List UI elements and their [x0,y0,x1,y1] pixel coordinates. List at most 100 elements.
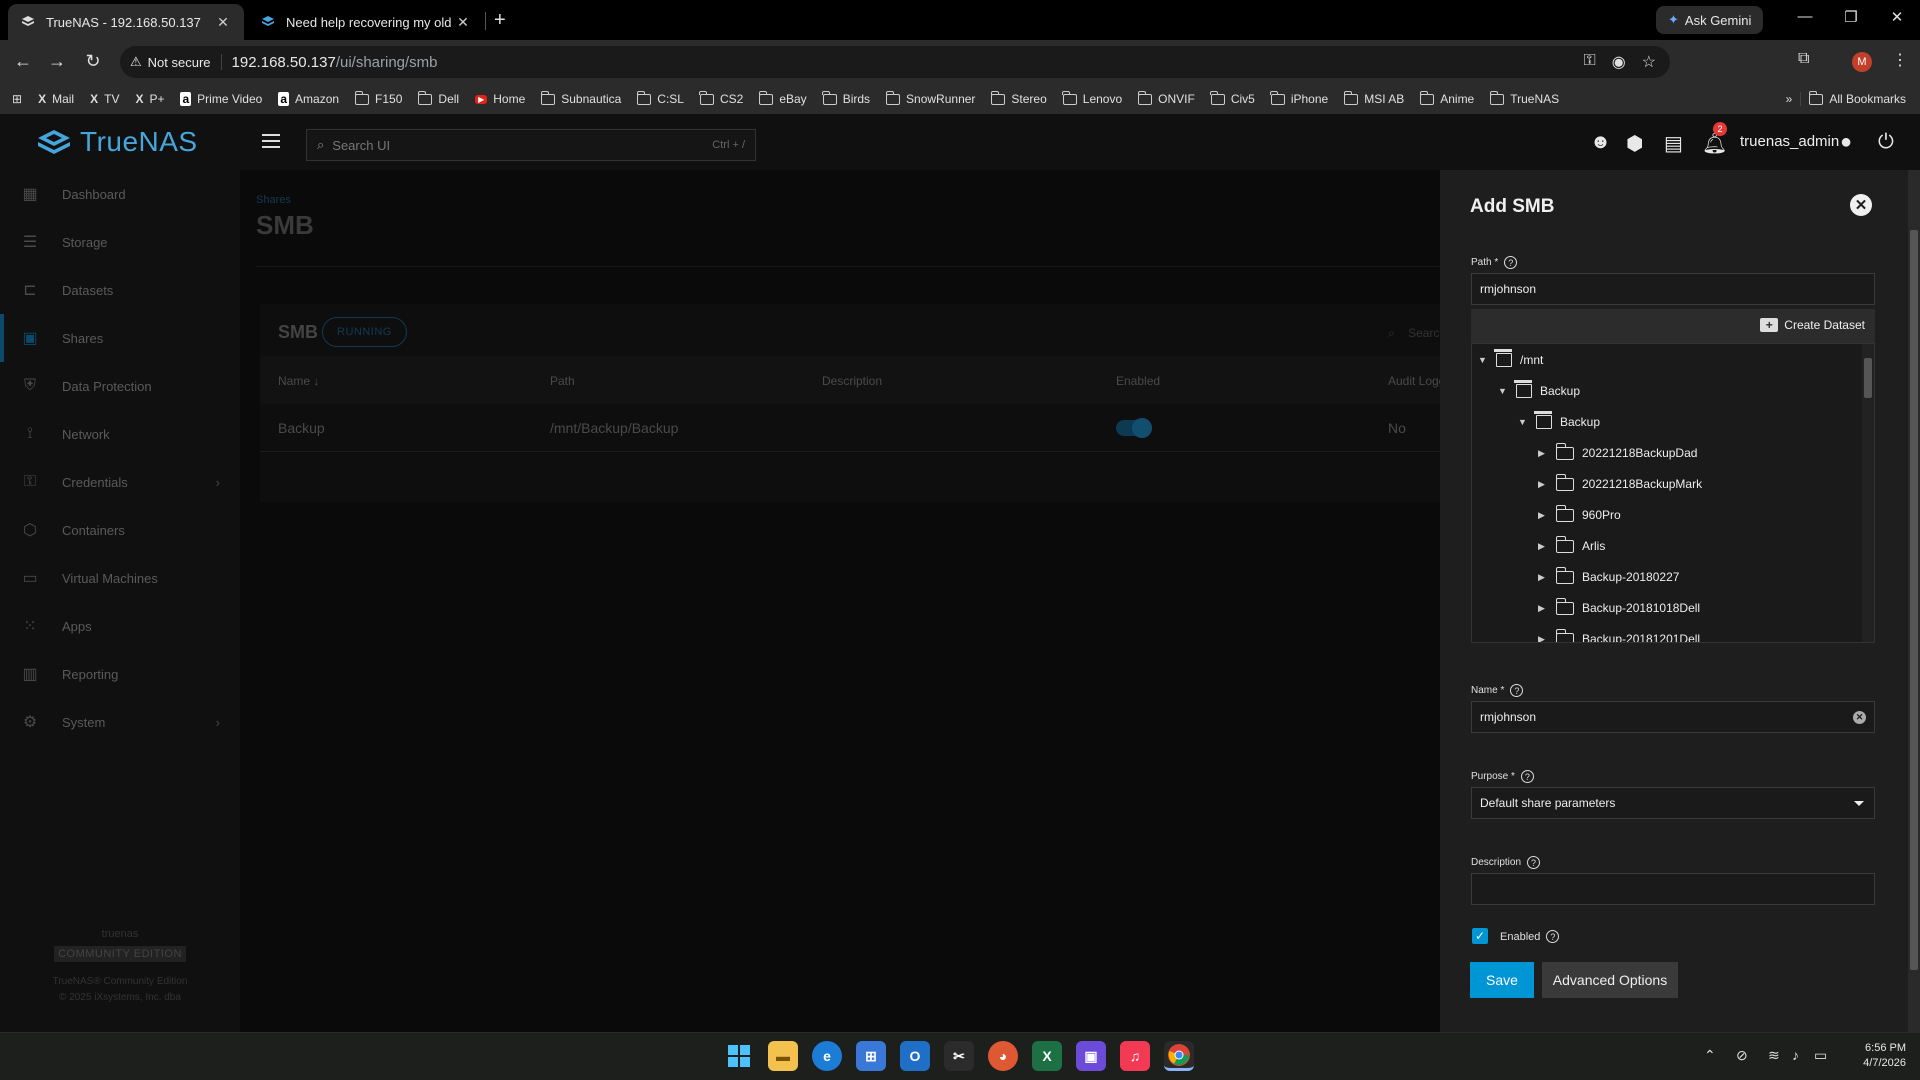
tree-node[interactable]: ▶ Backup-20181018Dell [1538,597,1700,618]
bookmark-f150[interactable]: F150 [347,90,410,106]
bookmark-prime-video[interactable]: a Prime Video [172,92,270,106]
account-circle-icon[interactable]: ● [1840,131,1852,154]
file-explorer-icon[interactable]: ▬ [768,1041,798,1071]
tree-node[interactable]: ▼ Backup [1498,380,1580,401]
help-icon[interactable]: ? [1527,856,1541,869]
system-clock[interactable]: 6:56 PM 4/7/2026 [1826,1041,1906,1071]
tree-node[interactable]: ▶ Backup-20180227 [1538,566,1679,587]
eye-icon[interactable]: ◉ [1612,52,1626,72]
tree-node[interactable]: ▶ Arlis [1538,535,1605,556]
tab-truenas[interactable]: TrueNAS - 192.168.50.137 ✕ [8,4,244,40]
bookmark-star-icon[interactable]: ☆ [1642,52,1656,72]
create-dataset-button[interactable]: + Create Dataset [1760,318,1865,332]
all-bookmarks[interactable]: All Bookmarks [1800,90,1920,106]
tree-node[interactable]: ▼ /mnt [1478,349,1543,370]
bookmark-csl[interactable]: C:SL [629,90,692,106]
bookmark-subnautica[interactable]: Subnautica [533,90,629,106]
reload-icon[interactable]: ↻ [82,51,104,72]
tree-node[interactable]: ▼ Backup [1518,411,1600,432]
bookmark-tv[interactable]: X TV [82,92,127,106]
bookmark-cs2[interactable]: CS2 [692,90,751,106]
bookmark-iphone[interactable]: iPhone [1263,90,1336,106]
apple-music-icon[interactable]: ♫ [1120,1041,1150,1071]
more-bookmarks-icon[interactable]: » [1778,92,1801,106]
search-ui-input[interactable]: ⌕ Search UI Ctrl + / [306,129,756,161]
sidebar-item-system[interactable]: ⚙ System › [0,698,240,746]
snipping-tool-icon[interactable]: ✂ [944,1041,974,1071]
profile-avatar[interactable]: M [1852,52,1872,72]
column-name[interactable]: Name ↓ [278,374,319,388]
bookmark-home[interactable]: ▶ Home [467,92,533,106]
bookmark-ebay[interactable]: eBay [751,90,814,106]
service-status-badge[interactable]: RUNNING [322,317,407,347]
clear-icon[interactable]: ✕ [1853,711,1866,724]
advanced-options-button[interactable]: Advanced Options [1542,962,1678,998]
tab-search-icon[interactable]: ⧉ [1798,50,1809,68]
panel-scrollbar-thumb[interactable] [1910,230,1918,970]
help-icon[interactable]: ? [1510,684,1524,697]
description-input[interactable] [1471,873,1875,905]
name-input[interactable]: rmjohnson ✕ [1471,701,1875,733]
path-input[interactable]: rmjohnson [1471,273,1875,305]
enabled-toggle[interactable] [1116,418,1152,438]
column-description[interactable]: Description [822,374,882,388]
table-row[interactable]: Backup /mnt/Backup/Backup No [260,404,1460,452]
sidebar-item-datasets[interactable]: ⊏ Datasets [0,266,240,314]
apps-grid-icon[interactable]: ⊞ [0,92,30,106]
start-windows-icon[interactable] [724,1041,754,1071]
close-icon[interactable]: ✕ [1850,194,1872,216]
bookmark-amazon[interactable]: a Amazon [270,92,347,106]
column-enabled[interactable]: Enabled [1116,374,1160,388]
bookmark-stereo[interactable]: Stereo [983,90,1054,106]
outlook-icon[interactable]: O [900,1041,930,1071]
enabled-checkbox[interactable]: ✓ [1472,928,1488,944]
password-key-icon[interactable]: ⚿ [1584,52,1596,72]
new-tab-icon[interactable]: + [494,9,506,32]
truenas-logo[interactable]: TrueNAS [36,126,198,158]
tree-node[interactable]: ▶ 960Pro [1538,504,1621,525]
collapse-arrow-icon[interactable]: ▶ [1538,572,1548,583]
show-hidden-icons-icon[interactable]: ⌃ [1704,1047,1716,1064]
help-icon[interactable]: ? [1546,930,1560,943]
help-icon[interactable]: ? [1504,256,1518,269]
tab-close-icon[interactable]: ✕ [214,14,232,31]
username[interactable]: truenas_admin [1740,133,1839,150]
security-indicator[interactable]: ⚠ Not secure [130,54,222,70]
volume-icon[interactable]: ♪ [1792,1047,1799,1063]
expand-arrow-icon[interactable]: ▼ [1478,355,1488,365]
bookmark-snowrunner[interactable]: SnowRunner [878,90,983,106]
bookmark-civ5[interactable]: Civ5 [1203,90,1263,106]
collapse-arrow-icon[interactable]: ▶ [1538,541,1548,552]
feedback-smiley-icon[interactable]: ☻ [1590,131,1611,154]
media-app-icon[interactable]: ▣ [1076,1041,1106,1071]
collapse-arrow-icon[interactable]: ▶ [1538,634,1548,643]
bookmark-truenas[interactable]: TrueNAS [1482,90,1567,106]
help-icon[interactable]: ? [1520,770,1534,783]
purpose-select[interactable]: Default share parameters [1471,787,1875,819]
address-bar[interactable]: ⚠ Not secure 192.168.50.137/ui/sharing/s… [120,46,1670,78]
sidebar-item-containers[interactable]: ⬡ Containers [0,506,240,554]
microsoft-store-icon[interactable]: ⊞ [856,1041,886,1071]
minimize-icon[interactable]: — [1790,8,1820,25]
sidebar-item-storage[interactable]: ☰ Storage [0,218,240,266]
sidebar-item-credentials[interactable]: ⚿ Credentials › [0,458,240,506]
tree-node[interactable]: ▶ Backup-20181201Dell [1538,628,1700,643]
jobs-clipboard-icon[interactable]: ▤ [1664,131,1683,156]
menu-toggle-icon[interactable] [262,134,280,148]
bookmark-anime[interactable]: Anime [1412,90,1482,106]
card-search-input[interactable]: ⌕ Search [1388,326,1446,341]
ask-gemini-button[interactable]: ✦ Ask Gemini [1656,6,1764,34]
forward-arrow-icon[interactable]: → [46,51,68,72]
edge-browser-icon[interactable]: e [812,1041,842,1071]
sidebar-item-dashboard[interactable]: ▦ Dashboard [0,170,240,218]
collapse-arrow-icon[interactable]: ▶ [1538,448,1548,459]
sidebar-item-network[interactable]: ⟟ Network [0,410,240,458]
collapse-arrow-icon[interactable]: ▶ [1538,479,1548,490]
tree-scrollbar-thumb[interactable] [1864,358,1872,398]
bookmark-p-plus[interactable]: X P+ [127,92,172,106]
bookmark-dell[interactable]: Dell [410,90,467,106]
bookmark-msi-ab[interactable]: MSI AB [1336,90,1412,106]
wifi-icon[interactable]: ≋ [1768,1047,1780,1064]
sidebar-item-reporting[interactable]: ▥ Reporting [0,650,240,698]
sidebar-item-virtual-machines[interactable]: ▭ Virtual Machines [0,554,240,602]
